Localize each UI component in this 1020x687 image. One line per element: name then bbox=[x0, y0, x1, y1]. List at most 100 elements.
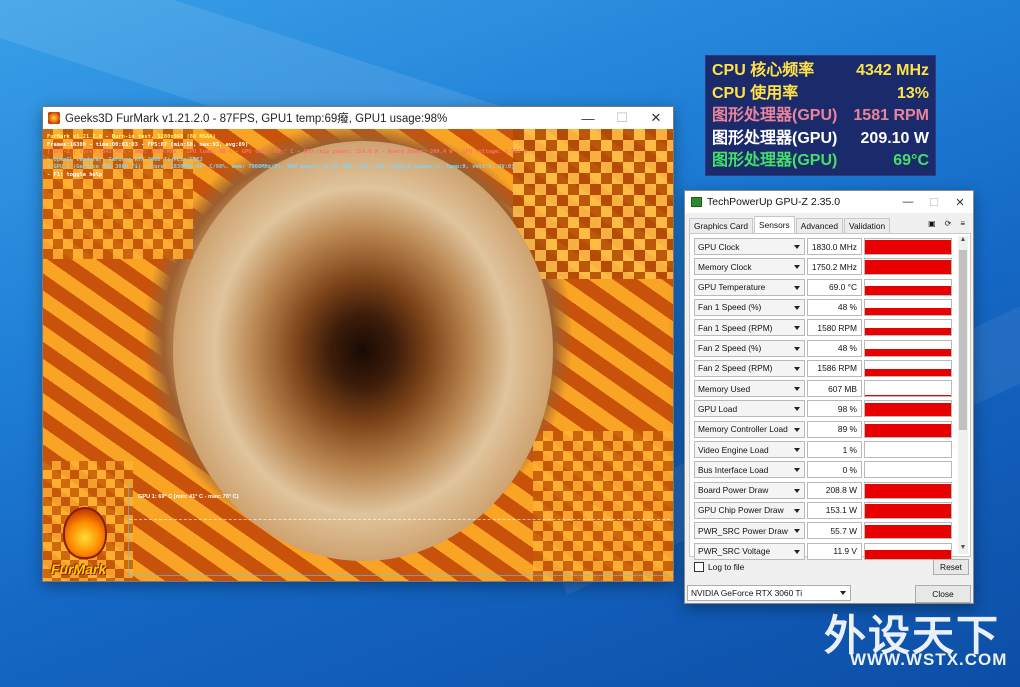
gpuz-window: TechPowerUp GPU-Z 2.35.0 — ☐ ✕ Graphics … bbox=[684, 190, 974, 604]
sensor-name: PWR_SRC Voltage bbox=[698, 546, 771, 556]
chevron-down-icon bbox=[794, 508, 800, 513]
sensor-name-dropdown[interactable]: Fan 2 Speed (RPM) bbox=[694, 359, 805, 377]
site-watermark: 外设天下 WWW.WSTX.COM bbox=[820, 600, 1010, 672]
tab-sensors[interactable]: Sensors bbox=[754, 216, 795, 233]
chevron-down-icon bbox=[794, 427, 800, 432]
sensor-name-dropdown[interactable]: Fan 1 Speed (%) bbox=[694, 298, 805, 316]
sensor-name-dropdown[interactable]: Memory Used bbox=[694, 380, 805, 398]
sensor-value: 0 % bbox=[807, 461, 862, 479]
furmark-render-canvas: FurMark v1.21.2.0 - Burn-in test, 1280x9… bbox=[43, 129, 673, 581]
chevron-down-icon bbox=[794, 488, 800, 493]
sensor-name-dropdown[interactable]: GPU Clock bbox=[694, 238, 805, 255]
overlay-line: > OpenGL renderer: GeForce RTX 3060 Ti/P… bbox=[47, 156, 203, 163]
sensor-value: 98 % bbox=[807, 400, 862, 418]
gpu-device-value: NVIDIA GeForce RTX 3060 Ti bbox=[691, 588, 803, 598]
sensor-graph bbox=[864, 461, 952, 479]
gpuz-window-title: TechPowerUp GPU-Z 2.35.0 bbox=[707, 196, 841, 208]
chevron-down-icon bbox=[794, 468, 800, 473]
chevron-down-icon bbox=[794, 549, 800, 554]
osd-value: 209.10 W bbox=[860, 129, 929, 147]
sensor-row: Fan 2 Speed (%) 48 % bbox=[694, 339, 952, 357]
minimize-icon[interactable]: — bbox=[895, 191, 921, 213]
sensor-name-dropdown[interactable]: GPU Temperature bbox=[694, 278, 805, 296]
menu-icon[interactable]: ≡ bbox=[960, 219, 965, 228]
close-icon[interactable]: ✕ bbox=[639, 107, 673, 129]
chevron-down-icon bbox=[794, 245, 800, 249]
watermark-en: WWW.WSTX.COM bbox=[850, 650, 1008, 669]
tab-graphics-card[interactable]: Graphics Card bbox=[689, 218, 753, 233]
sensor-row: Board Power Draw 208.8 W bbox=[694, 481, 952, 499]
checkbox[interactable] bbox=[694, 562, 704, 572]
sensor-row: Memory Used 607 MB bbox=[694, 380, 952, 398]
gpu-device-select[interactable]: NVIDIA GeForce RTX 3060 Ti bbox=[687, 585, 851, 601]
maximize-icon[interactable]: ☐ bbox=[605, 107, 639, 129]
osd-label: CPU 使用率 bbox=[712, 84, 799, 102]
scroll-down-icon[interactable]: ▼ bbox=[958, 544, 968, 554]
scrollbar-thumb[interactable] bbox=[959, 250, 967, 430]
sensor-value: 11.9 V bbox=[807, 542, 862, 560]
sensor-row: Memory Clock 1750.2 MHz bbox=[694, 258, 952, 276]
log-to-file-checkbox[interactable]: Log to file bbox=[694, 562, 744, 572]
tab-validation[interactable]: Validation bbox=[843, 218, 891, 233]
osd-label: 图形处理器(GPU) bbox=[712, 152, 838, 169]
sensor-name: Memory Clock bbox=[698, 261, 752, 272]
osd-label: CPU 核心频率 bbox=[712, 62, 815, 79]
sensor-name-dropdown[interactable]: GPU Chip Power Draw bbox=[694, 501, 805, 519]
sensor-name-dropdown[interactable]: Fan 1 Speed (RPM) bbox=[694, 319, 805, 337]
chevron-down-icon bbox=[794, 387, 800, 392]
scrollbar[interactable]: ▲ ▼ bbox=[958, 236, 968, 554]
reset-button[interactable]: Reset bbox=[933, 559, 969, 575]
sensor-name: PWR_SRC Power Draw bbox=[698, 525, 788, 536]
sensor-graph bbox=[864, 278, 952, 296]
gpuz-titlebar[interactable]: TechPowerUp GPU-Z 2.35.0 — ☐ ✕ bbox=[685, 191, 973, 213]
sensor-graph-fill bbox=[865, 402, 951, 417]
gpuz-app-icon bbox=[691, 197, 702, 207]
close-icon[interactable]: ✕ bbox=[947, 191, 973, 213]
osd-label: 图形处理器(GPU) bbox=[712, 107, 838, 124]
sensor-graph-fill bbox=[865, 240, 951, 254]
sensor-value: 1 % bbox=[807, 441, 862, 458]
sensor-graph bbox=[864, 522, 952, 540]
osd-value: 69°C bbox=[893, 152, 929, 169]
sensor-name-dropdown[interactable]: Video Engine Load bbox=[694, 441, 805, 458]
sensor-name: Board Power Draw bbox=[698, 485, 769, 496]
sensor-name-dropdown[interactable]: PWR_SRC Voltage bbox=[694, 542, 805, 560]
tab-advanced[interactable]: Advanced bbox=[795, 218, 843, 233]
sensor-graph-fill bbox=[865, 348, 951, 356]
sensor-graph-fill bbox=[865, 260, 951, 275]
minimize-icon[interactable]: — bbox=[571, 107, 605, 129]
sensor-name: Fan 2 Speed (RPM) bbox=[698, 363, 773, 374]
scroll-up-icon[interactable]: ▲ bbox=[958, 236, 968, 246]
sensor-name-dropdown[interactable]: PWR_SRC Power Draw bbox=[694, 522, 805, 540]
sensor-name: Bus Interface Load bbox=[698, 464, 769, 475]
sensor-name: GPU Temperature bbox=[698, 282, 766, 293]
chevron-down-icon bbox=[840, 591, 846, 595]
maximize-icon[interactable]: ☐ bbox=[921, 191, 947, 213]
osd-row: CPU 核心频率 4342 MHz bbox=[712, 60, 929, 83]
sensor-name-dropdown[interactable]: GPU Load bbox=[694, 400, 805, 418]
graph-max-line bbox=[129, 519, 670, 520]
sensor-name-dropdown[interactable]: Memory Controller Load bbox=[694, 420, 805, 438]
refresh-icon[interactable]: ⟳ bbox=[945, 219, 952, 228]
osd-value: 1581 RPM bbox=[853, 107, 929, 124]
sensor-name-dropdown[interactable]: Bus Interface Load bbox=[694, 461, 805, 479]
sensor-name-dropdown[interactable]: Board Power Draw bbox=[694, 481, 805, 499]
sensor-graph bbox=[864, 501, 952, 519]
furmark-window-title: Geeks3D FurMark v1.21.2.0 - 87FPS, GPU1 … bbox=[65, 113, 448, 125]
sensor-name-dropdown[interactable]: Memory Clock bbox=[694, 258, 805, 276]
sensor-name-dropdown[interactable]: Fan 2 Speed (%) bbox=[694, 339, 805, 357]
sensor-graph-fill bbox=[865, 395, 951, 397]
furmark-window: Geeks3D FurMark v1.21.2.0 - 87FPS, GPU1 … bbox=[42, 106, 674, 582]
chevron-down-icon bbox=[794, 407, 800, 412]
sensor-graph-fill bbox=[865, 369, 951, 376]
sensor-value: 1586 RPM bbox=[807, 359, 862, 377]
sensor-graph-fill bbox=[865, 286, 951, 295]
sensor-graph-fill bbox=[865, 524, 951, 539]
sensor-graph bbox=[864, 339, 952, 357]
chevron-down-icon bbox=[794, 265, 800, 270]
furmark-flame-icon bbox=[63, 507, 107, 559]
sensor-graph bbox=[864, 481, 952, 499]
sensor-value: 1580 RPM bbox=[807, 319, 862, 337]
camera-icon[interactable]: ▣ bbox=[928, 219, 936, 228]
furmark-titlebar[interactable]: Geeks3D FurMark v1.21.2.0 - 87FPS, GPU1 … bbox=[43, 107, 673, 129]
